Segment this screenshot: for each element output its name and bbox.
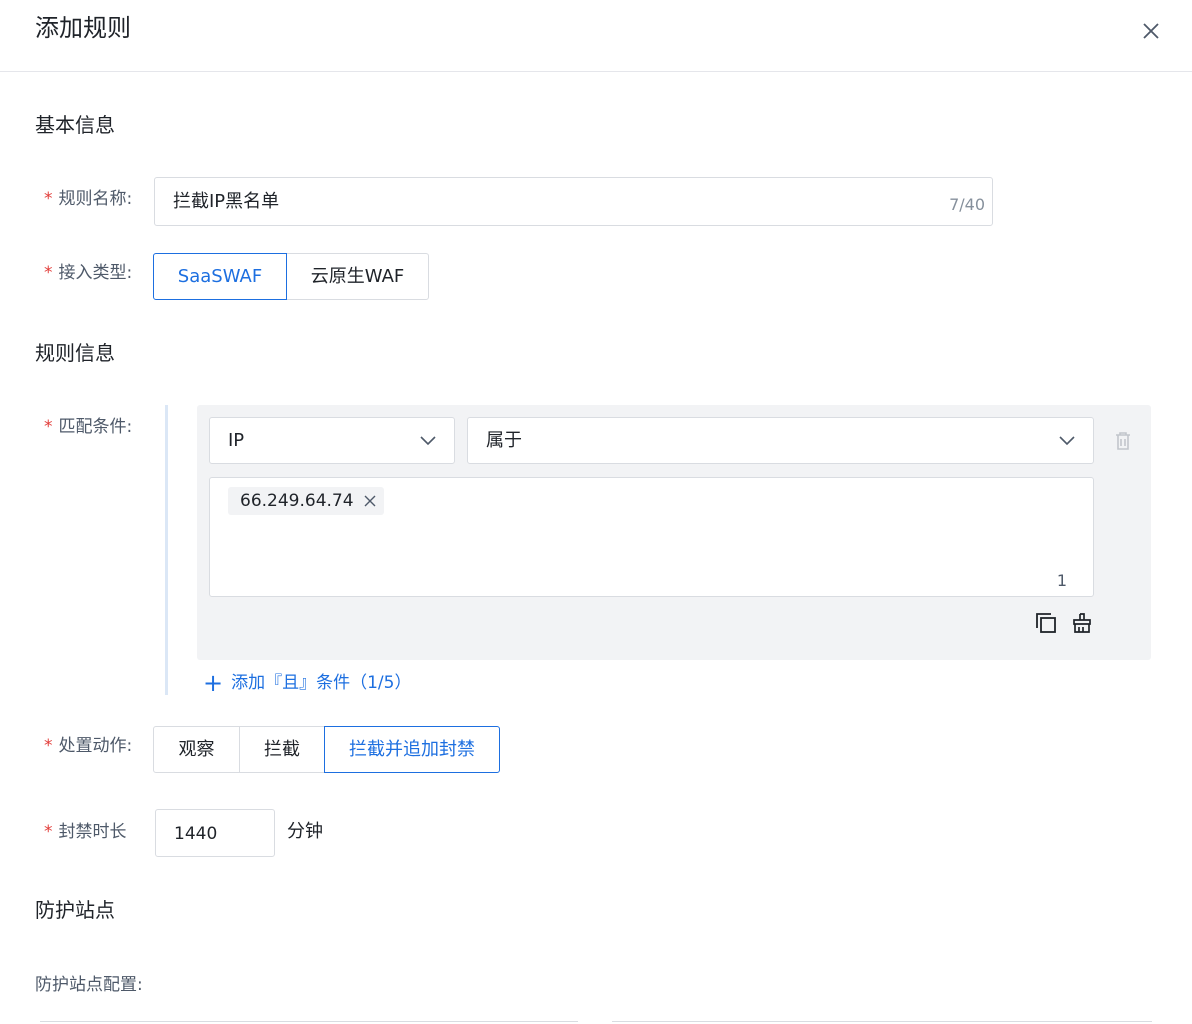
access-type-cloudnative-button[interactable]: 云原生WAF xyxy=(286,253,429,300)
match-operator-value: 属于 xyxy=(486,430,522,451)
access-type-saaswaf-button[interactable]: SaaSWAF xyxy=(153,253,287,300)
rule-name-value: 拦截IP黑名单 xyxy=(173,191,280,212)
add-and-condition-label: 添加『且』条件（1/5） xyxy=(231,673,412,693)
ban-duration-value: 1440 xyxy=(174,824,218,844)
rule-name-label: * 规则名称: xyxy=(44,189,133,209)
match-condition-label: * 匹配条件: xyxy=(44,417,133,437)
plus-icon: + xyxy=(203,669,224,697)
action-observe-button[interactable]: 观察 xyxy=(153,726,240,773)
ip-tag-count: 1 xyxy=(1056,571,1067,590)
dialog-title: 添加规则 xyxy=(35,14,131,42)
ban-duration-input[interactable]: 1440 xyxy=(155,809,275,857)
rule-name-char-count: 7/40 xyxy=(949,195,985,214)
header-divider xyxy=(0,71,1192,72)
ip-tag-label: 66.249.64.74 xyxy=(240,491,354,511)
clear-brush-icon[interactable] xyxy=(1070,611,1094,635)
condition-group-bar xyxy=(165,405,168,695)
action-label: * 处置动作: xyxy=(44,736,133,756)
access-type-segmented: SaaSWAF 云原生WAF xyxy=(153,253,429,300)
match-field-select[interactable]: IP xyxy=(209,417,455,464)
rule-name-input[interactable]: 拦截IP黑名单 7/40 xyxy=(154,177,993,226)
match-field-value: IP xyxy=(228,430,245,451)
ban-duration-label: * 封禁时长 xyxy=(44,822,127,842)
chevron-down-icon xyxy=(1059,436,1075,446)
copy-icon[interactable] xyxy=(1034,611,1058,635)
action-block-and-ban-button[interactable]: 拦截并追加封禁 xyxy=(324,726,500,773)
match-operator-select[interactable]: 属于 xyxy=(467,417,1094,464)
ban-duration-unit: 分钟 xyxy=(287,821,323,842)
add-and-condition-link[interactable]: + 添加『且』条件（1/5） xyxy=(203,671,411,695)
ip-tag: 66.249.64.74 xyxy=(228,487,384,515)
action-block-button[interactable]: 拦截 xyxy=(239,726,325,773)
section-title-protect: 防护站点 xyxy=(35,898,115,922)
close-icon[interactable] xyxy=(1136,16,1166,46)
site-config-label: 防护站点配置: xyxy=(35,975,143,995)
tag-close-icon[interactable] xyxy=(363,494,377,508)
chevron-down-icon xyxy=(420,436,436,446)
section-title-basic: 基本信息 xyxy=(35,113,115,137)
ip-values-textarea[interactable]: 66.249.64.74 1 xyxy=(209,477,1094,597)
access-type-label: * 接入类型: xyxy=(44,263,133,283)
section-title-rule: 规则信息 xyxy=(35,341,115,365)
delete-condition-icon[interactable] xyxy=(1111,429,1135,453)
action-segmented: 观察 拦截 拦截并追加封禁 xyxy=(153,726,500,773)
